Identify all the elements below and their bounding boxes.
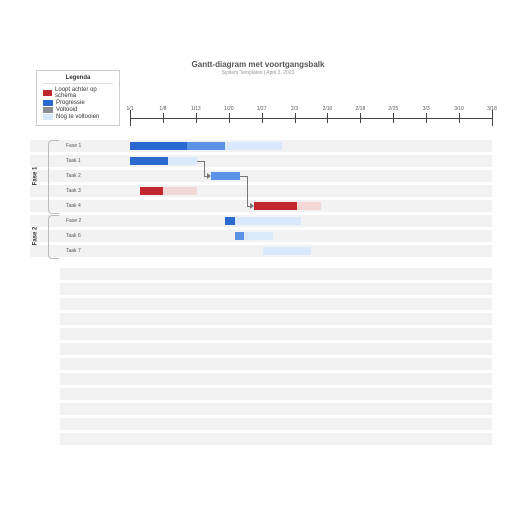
phase-label: Fase 2	[28, 215, 42, 257]
axis-tick-label: 3/3	[423, 106, 430, 112]
gantt-row: Fase 1	[30, 140, 492, 152]
legend-swatch	[43, 100, 53, 106]
timeline-axis: 1/1 1/8 1/13 1/20 1/27 2/3 2/10 2/18 2/25 3/3 3/10…	[130, 106, 492, 130]
axis-tick-label: 2/3	[291, 106, 298, 112]
legend-swatch	[43, 90, 52, 96]
empty-row	[30, 268, 492, 280]
gantt-bar	[168, 157, 197, 165]
gantt-bar	[187, 142, 225, 150]
legend-swatch	[43, 114, 53, 120]
empty-row	[30, 403, 492, 415]
gantt-bar	[163, 187, 196, 195]
gantt-row: Taak 2	[30, 170, 492, 182]
legend-item: Voltooid	[43, 107, 113, 113]
gantt-bar	[254, 202, 297, 210]
empty-row	[30, 433, 492, 445]
gantt-bar	[211, 172, 240, 180]
gantt-bar	[244, 232, 273, 240]
axis-tick-label: 2/18	[355, 106, 365, 112]
gantt-bar	[130, 157, 168, 165]
row-label: Taak 1	[66, 155, 81, 167]
row-label: Taak 3	[66, 185, 81, 197]
gantt-row: Taak 6	[30, 230, 492, 242]
gantt-bar	[235, 232, 245, 240]
gantt-bar	[130, 142, 187, 150]
gantt-rows: Fase 1 Taak 1 Taak 2 Taak 3 Taak 4 Fase 2 Taak…	[30, 140, 492, 260]
gantt-row: Taak 4	[30, 200, 492, 212]
chart-title: Gantt-diagram met voortgangsbalk	[18, 60, 498, 69]
empty-row	[30, 328, 492, 340]
gantt-bar	[225, 142, 282, 150]
row-label: Fase 1	[66, 140, 81, 152]
legend-title: Legenda	[43, 75, 113, 84]
legend-label: Voltooid	[56, 107, 77, 113]
legend-label: Nog te voltooien	[56, 114, 99, 120]
gantt-row: Taak 7	[30, 245, 492, 257]
empty-row	[30, 298, 492, 310]
axis-tick-label: 1/8	[159, 106, 166, 112]
empty-row	[30, 343, 492, 355]
phase-brace	[48, 215, 59, 259]
empty-row	[30, 373, 492, 385]
gantt-bar	[297, 202, 321, 210]
row-label: Taak 6	[66, 230, 81, 242]
gantt-row: Taak 3	[30, 185, 492, 197]
axis-tick-label: 3/18	[487, 106, 497, 112]
legend-item: Nog te voltooien	[43, 114, 113, 120]
axis-tick-label: 1/13	[191, 106, 201, 112]
legend-swatch	[43, 107, 53, 113]
row-label: Taak 2	[66, 170, 81, 182]
empty-row	[30, 283, 492, 295]
empty-row	[30, 388, 492, 400]
legend-label: Loopt achter op schema	[55, 87, 113, 99]
empty-row	[30, 358, 492, 370]
legend-label: Progressie	[56, 100, 85, 106]
gantt-bar	[235, 217, 302, 225]
axis-tick-label: 3/10	[454, 106, 464, 112]
gantt-bar	[140, 187, 164, 195]
gantt-row: Fase 2	[30, 215, 492, 227]
legend-item: Progressie	[43, 100, 113, 106]
empty-row	[30, 418, 492, 430]
row-label: Taak 4	[66, 200, 81, 212]
phase-brace	[48, 140, 59, 214]
axis-tick-label: 1/27	[257, 106, 267, 112]
axis-tick-label: 1/20	[224, 106, 234, 112]
axis-tick-label: 1/1	[127, 106, 134, 112]
gantt-row: Taak 1	[30, 155, 492, 167]
axis-tick-label: 2/10	[323, 106, 333, 112]
empty-row	[30, 313, 492, 325]
legend-item: Loopt achter op schema	[43, 87, 113, 99]
gantt-bar	[263, 247, 311, 255]
row-label: Taak 7	[66, 245, 81, 257]
axis-tick-label: 2/25	[388, 106, 398, 112]
legend: Legenda Loopt achter op schemaProgressie…	[36, 70, 120, 126]
row-label: Fase 2	[66, 215, 81, 227]
phase-label: Fase 1	[28, 140, 42, 212]
gantt-bar	[225, 217, 235, 225]
